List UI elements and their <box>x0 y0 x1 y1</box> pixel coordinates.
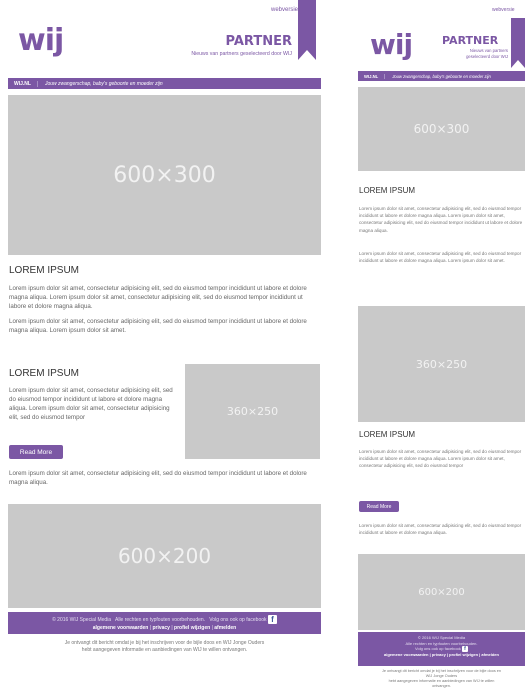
hero-image-placeholder: 600×300 <box>8 95 321 255</box>
footer-separator: | <box>149 625 152 631</box>
mobile-legal-line-4: ontvangen. <box>432 684 451 688</box>
mobile-section1-title: LOREM IPSUM <box>359 186 416 195</box>
nav-home-link[interactable]: WIJ.NL <box>8 80 38 87</box>
read-more-button[interactable]: Read More <box>9 445 63 459</box>
footer: © 2016 WIJ Special Media Alle rechten en… <box>8 612 321 634</box>
mobile-hero-placeholder-label: 600×300 <box>413 122 470 136</box>
side-image-placeholder: 360×250 <box>185 364 320 459</box>
mobile-banner-placeholder-label: 600×200 <box>418 586 465 598</box>
footer-separator: | <box>211 625 213 631</box>
mobile-section2-title: LOREM IPSUM <box>359 430 416 439</box>
section2-paragraph-2: Lorem ipsum dolor sit amet, consectetur … <box>9 470 307 486</box>
mobile-partner-title: PARTNER <box>442 34 499 47</box>
ribbon-icon <box>298 0 316 60</box>
facebook-icon[interactable]: f <box>267 615 277 624</box>
mobile-banner-image-placeholder: 600×200 <box>358 554 525 630</box>
section1-paragraph-1: Lorem ipsum dolor sit amet, consectetur … <box>9 285 307 310</box>
mobile-hero-image-placeholder: 600×300 <box>358 87 525 171</box>
nav-bar: WIJ.NL Jouw zwangerschap, baby's geboort… <box>8 78 321 89</box>
footer-rights: Alle rechten en typfouten voorbehouden. <box>115 616 206 623</box>
mobile-footer: © 2016 WIJ Special Media Alle rechten en… <box>358 632 525 666</box>
webversion-link[interactable]: webversie <box>271 7 298 13</box>
mobile-partner-subtitle-line-2: geselecteerd door WIJ <box>466 53 508 59</box>
hero-placeholder-label: 600×300 <box>113 162 216 188</box>
partner-title: PARTNER <box>225 34 292 49</box>
footer-link-unsubscribe[interactable]: afmelden <box>214 625 236 631</box>
footer-link-terms[interactable]: algemene voorwaarden <box>93 625 149 631</box>
footer-facebook-text: Volg ons ook op facebook <box>209 616 267 623</box>
footer-link-privacy[interactable]: privacy <box>152 625 170 631</box>
mobile-section2-paragraph-2: Lorem ipsum dolor sit amet, consectetur … <box>359 523 522 536</box>
footer-copyright: © 2016 WIJ Special Media <box>52 616 112 623</box>
mobile-ribbon-icon <box>511 18 525 68</box>
section1-title: LOREM IPSUM <box>9 265 80 276</box>
mobile-footer-copyright: © 2016 WIJ Special Media <box>417 635 466 640</box>
section2-title: LOREM IPSUM <box>9 368 80 379</box>
mobile-read-more-button[interactable]: Read More <box>359 501 399 512</box>
mobile-wij-logo[interactable]: wij <box>370 31 413 59</box>
mobile-side-placeholder-label: 360×250 <box>415 357 468 371</box>
footer-separator: | <box>171 625 173 631</box>
section2-paragraph-1: Lorem ipsum dolor sit amet, consectetur … <box>9 387 173 421</box>
mobile-side-image-placeholder: 360×250 <box>358 306 525 422</box>
legal-notice: Je ontvangt dit bericht omdat je bij het… <box>8 640 321 653</box>
partner-subtitle: Nieuws van partners geselecteerd door WI… <box>191 51 292 57</box>
mobile-section1-paragraph-2: Lorem ipsum dolor sit amet, consectetur … <box>359 251 522 264</box>
mobile-nav-home-link[interactable]: WIJ.NL <box>358 73 386 79</box>
mobile-legal-notice: Je ontvangt dit bericht omdat je bij het… <box>358 669 525 689</box>
mobile-section1-paragraph-1: Lorem ipsum dolor sit amet, consectetur … <box>359 206 523 233</box>
mobile-footer-facebook-text: Volg ons ook op facebook <box>415 646 461 652</box>
mobile-nav-tagline: Jouw zwangerschap, baby's geboorte en mo… <box>392 73 491 79</box>
mobile-preview: webversie wij PARTNER Nieuws van partner… <box>350 0 525 693</box>
mobile-footer-links[interactable]: algemene voorwaarden | privacy | profiel… <box>358 652 525 658</box>
mobile-nav-bar: WIJ.NL Jouw zwangerschap, baby's geboort… <box>358 71 525 81</box>
mobile-section2-paragraph-1: Lorem ipsum dolor sit amet, consectetur … <box>359 449 522 469</box>
wij-logo[interactable]: wij <box>18 26 64 56</box>
mobile-partner-subtitle: Nieuws van partners geselecteerd door WI… <box>448 48 508 59</box>
banner-image-placeholder: 600×200 <box>8 504 321 608</box>
footer-link-profile[interactable]: profiel wijzigen <box>174 625 210 631</box>
mobile-webversion-link[interactable]: webversie <box>492 7 515 13</box>
nav-tagline: Jouw zwangerschap, baby's geboorte en mo… <box>44 80 163 87</box>
legal-line-2: hebt aangegeven informatie en aanbieding… <box>81 646 248 653</box>
banner-placeholder-label: 600×200 <box>117 544 212 568</box>
section1-paragraph-2: Lorem ipsum dolor sit amet, consectetur … <box>9 318 307 334</box>
side-placeholder-label: 360×250 <box>226 405 279 418</box>
